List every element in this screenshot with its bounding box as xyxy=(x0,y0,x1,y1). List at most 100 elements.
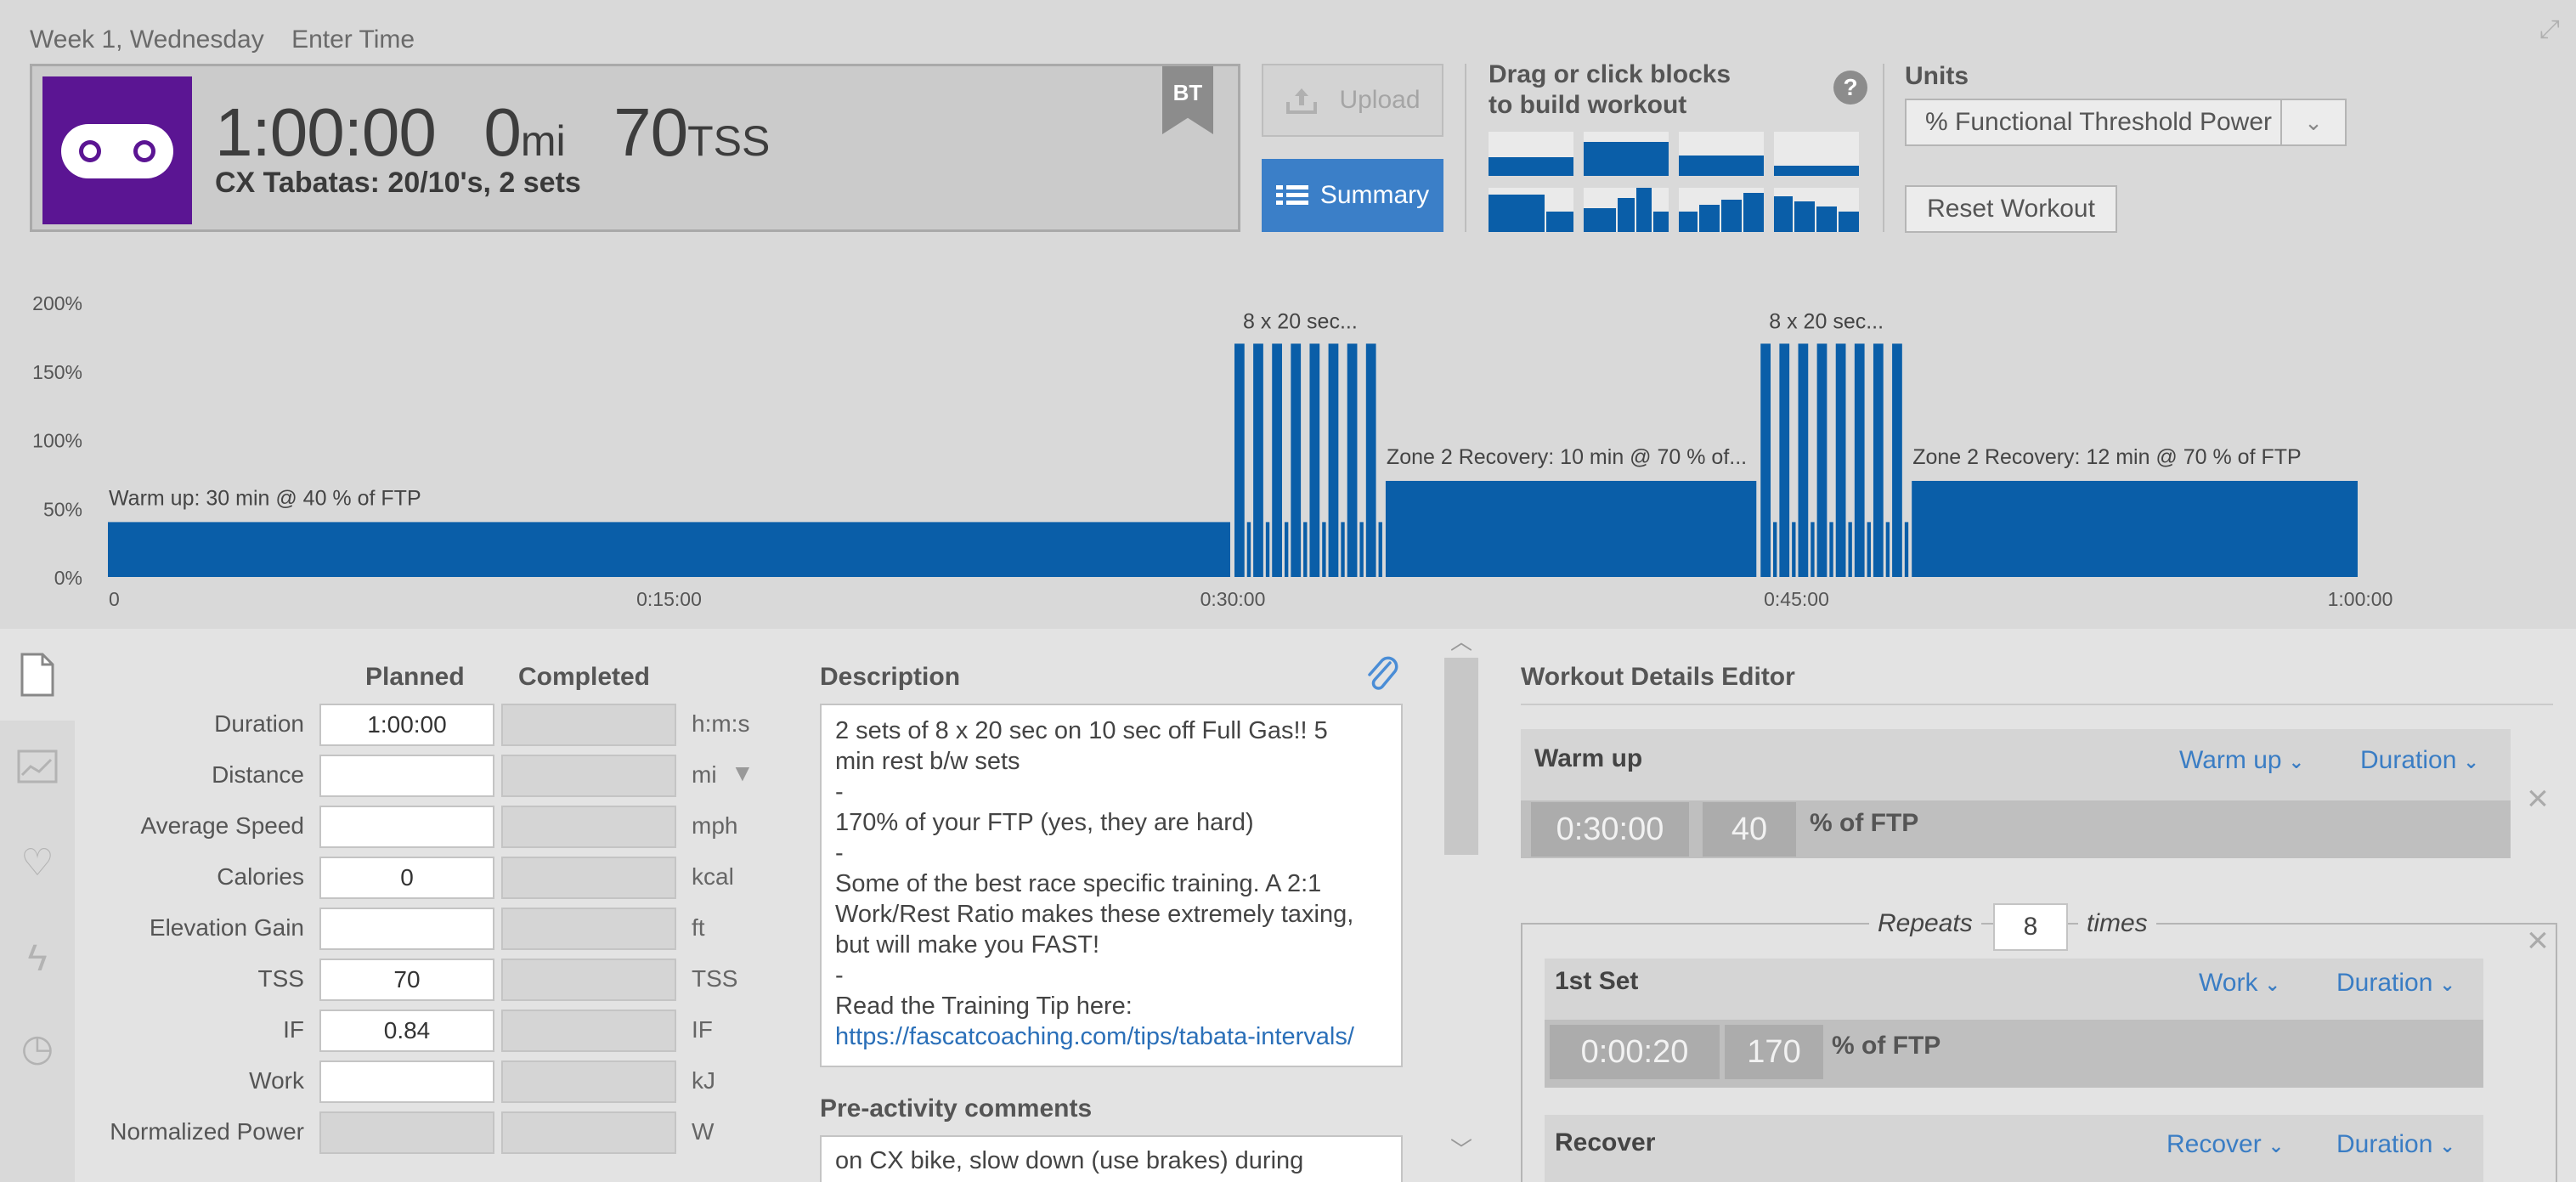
pre-activity-heading: Pre-activity comments xyxy=(820,1094,1093,1123)
x-tick-label: 0:30:00 xyxy=(1200,588,1266,610)
workout-chart[interactable]: 200% 150% 100% 50% 0% 0 0:15:00 0:30:00 0:45:00 1… xyxy=(0,280,2576,620)
chart-bar-rest xyxy=(1829,522,1833,577)
set1-duration-input[interactable]: 0:00:20 xyxy=(1550,1025,1720,1079)
completed-column-header: Completed xyxy=(518,663,651,691)
x-tick-label: 1:00:00 xyxy=(2328,588,2393,610)
completed-value-input[interactable] xyxy=(501,857,676,899)
summary-row-unit[interactable]: mi xyxy=(692,761,717,789)
summary-row-label: TSS xyxy=(257,965,304,992)
set1-intensity-input[interactable]: 170 xyxy=(1725,1025,1823,1079)
remove-warmup-icon[interactable]: × xyxy=(2523,780,2552,817)
scroll-up-icon[interactable]: ︿ xyxy=(1443,629,1480,654)
divider xyxy=(1883,64,1884,232)
block-steady-low[interactable] xyxy=(1489,132,1573,176)
workout-block-palette xyxy=(1489,132,1862,234)
summary-button[interactable]: Summary xyxy=(1262,159,1443,232)
sport-badge xyxy=(42,76,192,224)
breadcrumb: Week 1, Wednesday Enter Time xyxy=(30,25,435,54)
completed-value-input[interactable] xyxy=(501,1010,676,1052)
completed-value-input[interactable] xyxy=(501,704,676,746)
tss-unit: TSS xyxy=(687,117,771,165)
block-steady-mid[interactable] xyxy=(1679,132,1764,176)
set1-mode-dropdown[interactable]: Duration ⌄ xyxy=(2336,969,2455,998)
chart-bar-rest xyxy=(1303,522,1308,577)
graph-icon[interactable] xyxy=(15,749,59,794)
scroll-thumb[interactable] xyxy=(1444,658,1478,855)
planned-value-input[interactable] xyxy=(319,908,494,950)
completed-value-input[interactable] xyxy=(501,755,676,797)
help-icon[interactable]: ? xyxy=(1833,71,1867,105)
warmup-duration-input[interactable]: 0:30:00 xyxy=(1531,802,1689,857)
summary-row-label: Work xyxy=(249,1067,304,1094)
planned-value-input[interactable] xyxy=(319,755,494,797)
block-ramp-up[interactable] xyxy=(1679,188,1764,232)
pre-activity-textarea[interactable]: on CX bike, slow down (use brakes) durin… xyxy=(820,1135,1403,1182)
planned-value-input[interactable]: 1:00:00 xyxy=(319,704,494,746)
upload-button[interactable]: Upload xyxy=(1262,64,1443,137)
scroll-down-icon[interactable]: ﹀ xyxy=(1443,1137,1480,1162)
planned-value-input[interactable] xyxy=(319,1060,494,1103)
block-interval-2[interactable] xyxy=(1489,188,1573,232)
completed-value-input[interactable] xyxy=(501,1060,676,1103)
enter-time-link[interactable]: Enter Time xyxy=(291,25,415,54)
expand-icon[interactable]: ⤢ xyxy=(2535,15,2564,44)
side-nav: ♡ ϟ ◷ xyxy=(0,629,75,1182)
workout-detail-area: ♡ ϟ ◷ Planned Completed Duration 1:00:00 h… xyxy=(0,629,2576,1182)
chart-bar-rest xyxy=(1378,522,1382,577)
remove-repeat-icon[interactable]: × xyxy=(2523,922,2552,959)
training-tip-link[interactable]: https://fascatcoaching.com/tips/tabata-i… xyxy=(835,1021,1387,1052)
chart-bar-work xyxy=(1234,343,1245,577)
repeats-count-input[interactable]: 8 xyxy=(1993,903,2068,951)
block-steady-high[interactable] xyxy=(1584,132,1669,176)
x-tick-label: 0:15:00 xyxy=(636,588,702,610)
warmup-intensity-unit: % of FTP xyxy=(1810,809,1919,837)
scrollbar[interactable]: ︿ ﹀ xyxy=(1443,629,1480,1182)
completed-value-input[interactable] xyxy=(501,908,676,950)
block-ramp-down[interactable] xyxy=(1774,188,1859,232)
segment-label: Zone 2 Recovery: 12 min @ 70 % of FTP xyxy=(1912,445,2302,469)
planned-value-input[interactable]: 70 xyxy=(319,959,494,1001)
warmup-mode-dropdown[interactable]: Duration ⌄ xyxy=(2360,746,2479,775)
recover-mode-dropdown[interactable]: Duration ⌄ xyxy=(2336,1130,2455,1159)
reset-workout-button[interactable]: Reset Workout xyxy=(1905,185,2117,233)
planned-value-input[interactable]: 0.84 xyxy=(319,1010,494,1052)
workout-title[interactable]: CX Tabatas: 20/10's, 2 sets xyxy=(215,167,581,200)
segment-label: Warm up: 30 min @ 40 % of FTP xyxy=(109,486,421,510)
summary-row-unit: h:m:s xyxy=(692,710,750,737)
bike-chain-icon xyxy=(61,124,173,178)
triangle-down-icon[interactable]: ▼ xyxy=(731,760,754,787)
warmup-intensity-input[interactable]: 40 xyxy=(1703,802,1796,857)
repeats-suffix: times xyxy=(2078,909,2156,938)
clock-icon[interactable]: ◷ xyxy=(15,1026,59,1071)
heart-icon[interactable]: ♡ xyxy=(15,841,59,885)
planned-value-input[interactable]: 0 xyxy=(319,857,494,899)
segment-label: 8 x 20 sec... xyxy=(1769,309,1884,333)
set1-type-dropdown[interactable]: Work ⌄ xyxy=(2199,969,2280,998)
document-icon[interactable] xyxy=(15,653,59,697)
block-steady-min[interactable] xyxy=(1774,132,1859,176)
completed-value-input[interactable] xyxy=(501,806,676,848)
chart-bar-rest xyxy=(1246,522,1251,577)
distance-unit: mi xyxy=(520,117,566,165)
paperclip-icon[interactable] xyxy=(1364,654,1400,695)
block-interval-3[interactable] xyxy=(1584,188,1669,232)
completed-value-input[interactable] xyxy=(501,959,676,1001)
warmup-type-dropdown[interactable]: Warm up ⌄ xyxy=(2179,746,2304,775)
summary-row-label: Average Speed xyxy=(140,812,304,839)
chevron-down-icon[interactable]: ⌄ xyxy=(2280,100,2345,144)
chart-bar-rest xyxy=(1904,522,1909,577)
units-label: Units xyxy=(1905,62,1969,90)
units-select[interactable]: % Functional Threshold Power ⌄ xyxy=(1905,99,2347,146)
chart-bar-work xyxy=(1253,343,1263,577)
description-textarea[interactable]: 2 sets of 8 x 20 sec on 10 sec off Full … xyxy=(820,704,1403,1067)
chart-bar-work xyxy=(1328,343,1339,577)
planned-value-input[interactable] xyxy=(319,1111,494,1154)
recover-title: Recover xyxy=(1555,1128,1656,1157)
completed-value-input[interactable] xyxy=(501,1111,676,1154)
lightning-icon[interactable]: ϟ xyxy=(15,936,59,981)
recover-type-dropdown[interactable]: Recover ⌄ xyxy=(2166,1130,2284,1159)
segment-label: Zone 2 Recovery: 10 min @ 70 % of... xyxy=(1387,445,1747,469)
chevron-down-icon: ⌄ xyxy=(2439,1135,2455,1157)
planned-value-input[interactable] xyxy=(319,806,494,848)
set1-title: 1st Set xyxy=(1555,967,1639,995)
